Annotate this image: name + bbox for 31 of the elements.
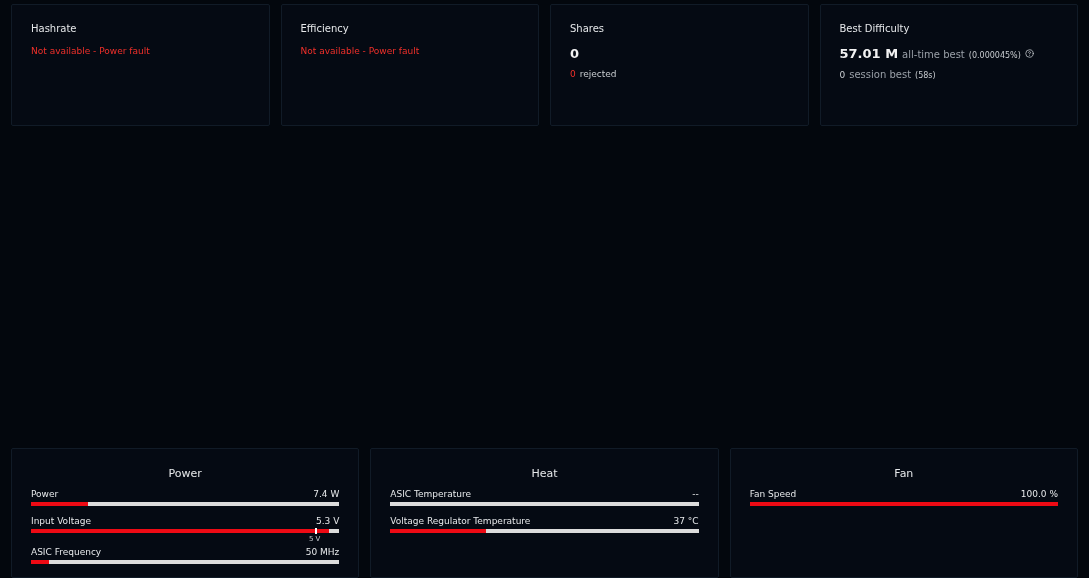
meter-reading: 37 °C — [673, 516, 699, 526]
meter-reading: 50 MHz — [305, 547, 340, 557]
meter-label: Fan Speed — [749, 489, 797, 499]
meter-label: Voltage Regulator Temperature — [390, 516, 531, 526]
meter-reading: -- — [692, 489, 699, 499]
help-icon[interactable] — [1024, 49, 1034, 58]
error-message: Not available - Power fault — [31, 46, 151, 56]
percent-text: (0.000045%) — [968, 51, 1021, 60]
card-title: Hashrate — [31, 23, 78, 34]
card-title: Efficiency — [300, 23, 350, 34]
all-time-label: all-time best — [902, 49, 965, 60]
meter-reading: 100.0 % — [1020, 489, 1058, 499]
rejected-label: rejected — [579, 69, 617, 79]
card-title: Best Difficulty — [839, 23, 911, 34]
meter-reading: 7.4 W — [313, 489, 340, 499]
panel-title: Heat — [530, 467, 559, 480]
panel-title: Power — [167, 467, 203, 480]
shares-value: 0 — [570, 46, 580, 61]
meter-label: ASIC Temperature — [390, 489, 471, 499]
meter-reading: 5.3 V — [316, 516, 340, 526]
rejected-count: 0 — [570, 69, 576, 79]
session-time: (58s) — [915, 71, 936, 80]
error-message: Not available - Power fault — [300, 46, 421, 56]
session-value: 0 — [839, 70, 846, 80]
difficulty-value: 57.01 M — [839, 46, 899, 61]
card-title: Shares — [570, 23, 606, 34]
panel-title: Fan — [893, 467, 915, 480]
session-label: session best — [849, 69, 912, 80]
meter-label: Power — [31, 489, 59, 499]
meter-label: Input Voltage — [31, 516, 91, 526]
meter-label: ASIC Frequency — [31, 547, 102, 557]
